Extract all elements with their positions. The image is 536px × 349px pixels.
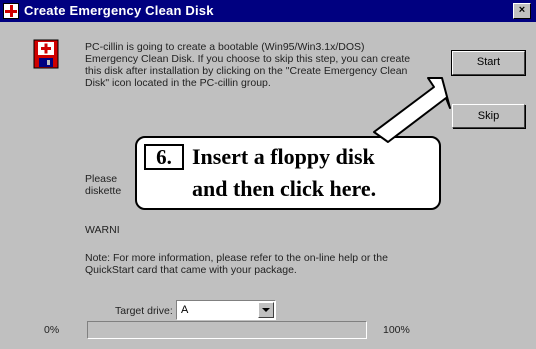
progress-end-label: 100%	[383, 324, 410, 336]
target-drive-value: A	[181, 304, 189, 316]
chevron-down-icon[interactable]	[258, 302, 274, 318]
progress-bar	[87, 321, 367, 339]
callout-line-2: and then click here.	[192, 176, 377, 201]
close-button[interactable]: ×	[513, 3, 531, 19]
window-title: Create Emergency Clean Disk	[24, 3, 214, 18]
start-button[interactable]: Start	[451, 50, 526, 76]
note-text: Note: For more information, please refer…	[85, 252, 388, 276]
target-drive-label: Target drive:	[115, 305, 173, 317]
instruction-callout: 6. Insert a floppy disk and then click h…	[135, 136, 441, 210]
pointer-arrow-icon	[373, 77, 451, 143]
emergency-disk-icon	[33, 39, 59, 69]
target-drive-select[interactable]: A	[176, 300, 276, 320]
emergency-disk-dialog: Create Emergency Clean Disk × PC-cillin …	[0, 0, 536, 349]
app-icon	[3, 3, 19, 19]
progress-start-label: 0%	[44, 324, 60, 336]
title-bar[interactable]: Create Emergency Clean Disk ×	[0, 0, 536, 22]
step-number: 6.	[144, 144, 184, 170]
callout-line-1: Insert a floppy disk	[192, 144, 375, 169]
skip-button[interactable]: Skip	[452, 104, 525, 128]
warning-text: WARNI	[85, 224, 120, 236]
